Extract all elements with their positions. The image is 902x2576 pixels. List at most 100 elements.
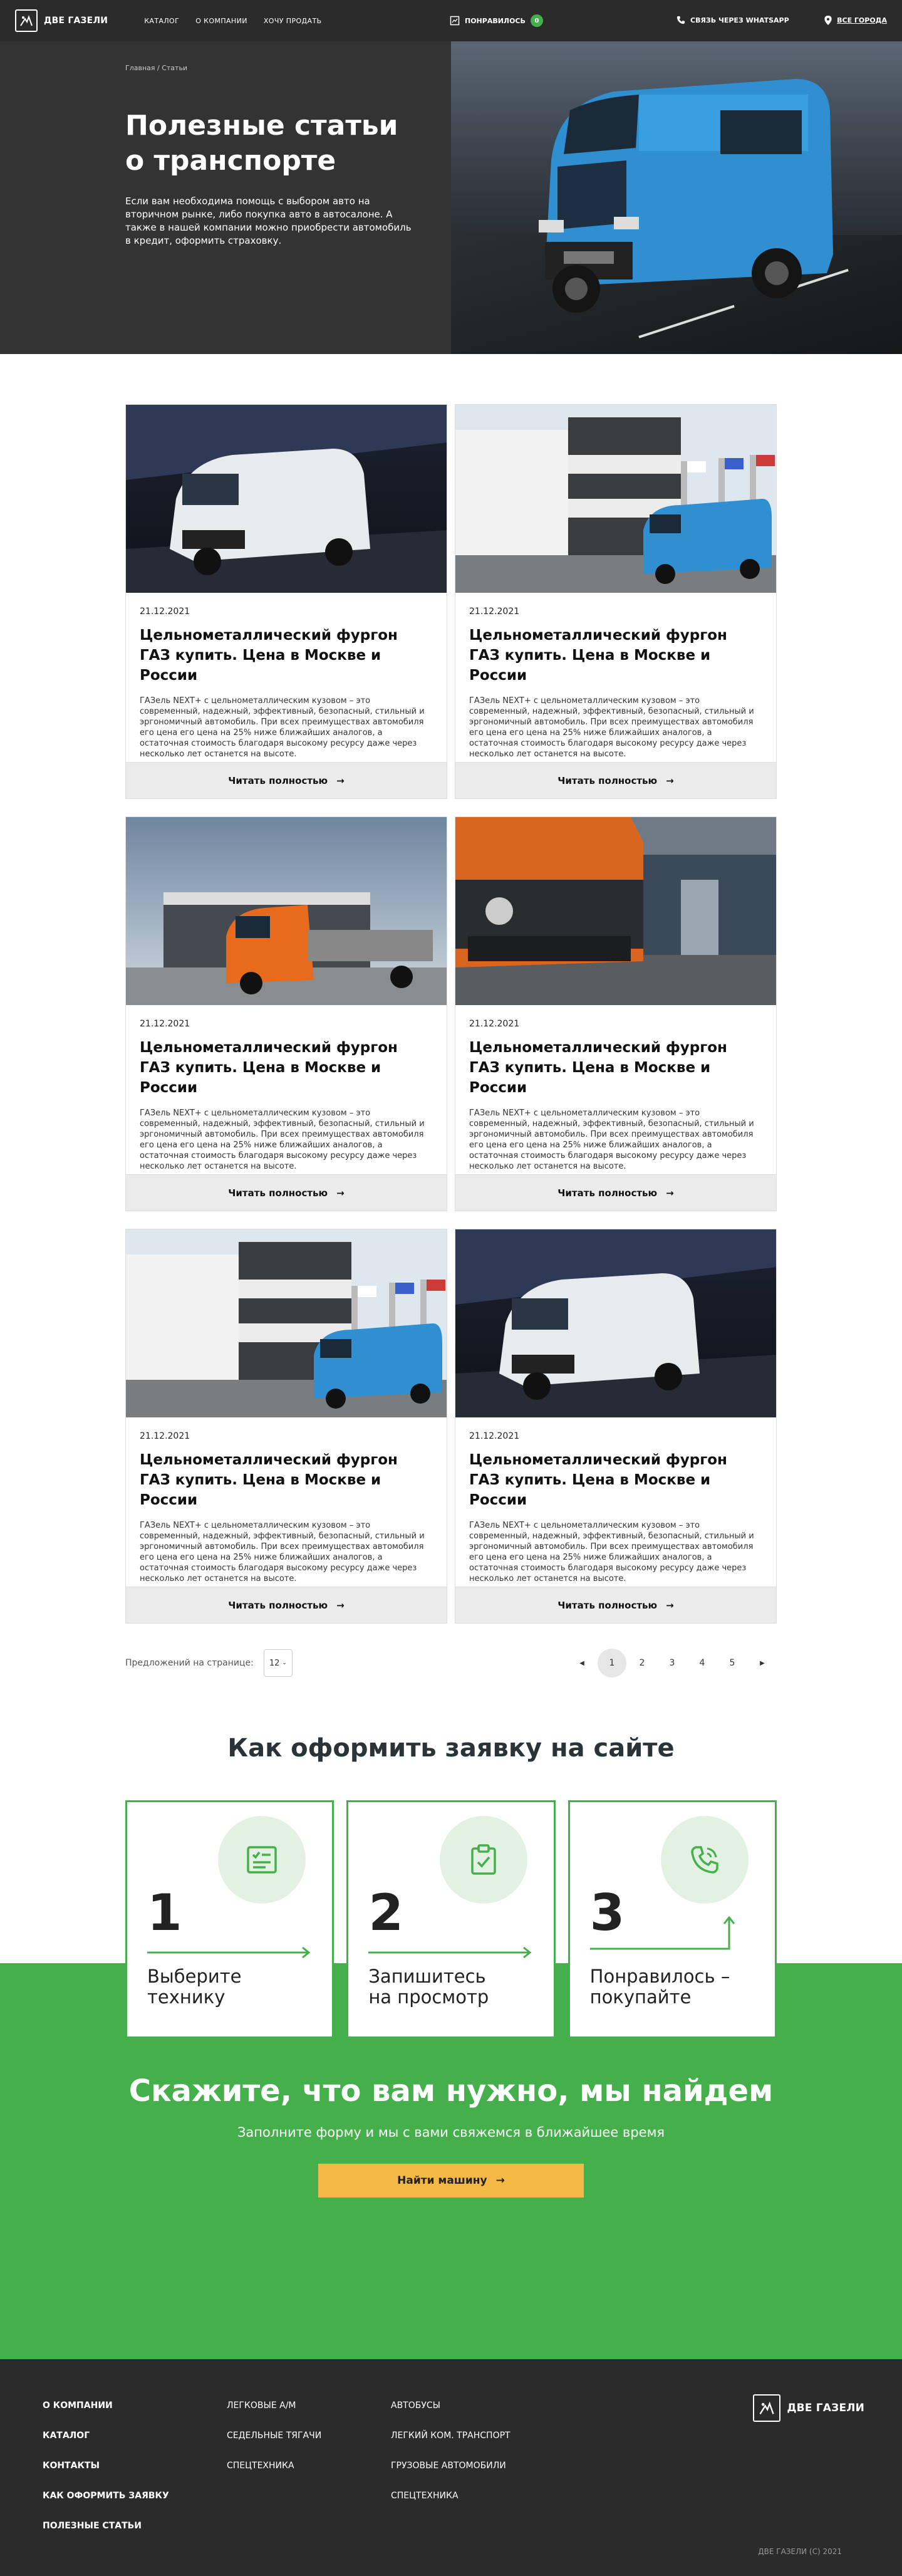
nav-about[interactable]: О КОМПАНИИ xyxy=(195,17,247,25)
article-image[interactable] xyxy=(126,405,447,593)
page-link[interactable]: 2 xyxy=(628,1649,656,1677)
read-more-button[interactable]: Читать полностью → xyxy=(126,1587,447,1623)
article-image[interactable] xyxy=(455,1229,776,1417)
arrow-right-icon: → xyxy=(495,2174,505,2187)
blue-van-building-image xyxy=(126,1229,447,1417)
article-date: 21.12.2021 xyxy=(469,607,520,617)
footer-link[interactable]: ГРУЗОВЫЕ АВТОМОБИЛИ xyxy=(391,2461,511,2471)
page-links: ◀ 1 2 3 4 5 ▶ xyxy=(568,1649,777,1677)
article-title[interactable]: Цельнометаллический фургон ГАЗ купить. Ц… xyxy=(469,625,762,686)
article-image[interactable] xyxy=(455,405,776,593)
article-date: 21.12.2021 xyxy=(140,1431,190,1441)
article-image[interactable] xyxy=(126,817,447,1005)
per-page-select[interactable]: 12 ⌄ xyxy=(263,1649,293,1677)
step-card: 3 Понравилось – покупайте xyxy=(568,1800,777,2038)
article-excerpt: ГАЗель NEXT+ с цельнометаллическим кузов… xyxy=(469,1108,754,1171)
article-excerpt: ГАЗель NEXT+ с цельнометаллическим кузов… xyxy=(140,1108,425,1171)
blue-van-building-image xyxy=(455,405,776,593)
footer-nav-main: О КОМПАНИИ КАТАЛОГ КОНТАКТЫ КАК ОФОРМИТЬ… xyxy=(43,2401,169,2531)
articles-grid: 21.12.2021 Цельнометаллический фургон ГА… xyxy=(125,404,777,1624)
white-van-tunnel-image xyxy=(126,405,447,593)
per-page: Предложений на странице: 12 ⌄ xyxy=(125,1649,293,1677)
logo[interactable]: ДВЕ ГАЗЕЛИ xyxy=(15,9,108,32)
nav-sell[interactable]: ХОЧУ ПРОДАТЬ xyxy=(264,17,322,25)
article-title[interactable]: Цельнометаллический фургон ГАЗ купить. Ц… xyxy=(469,1038,762,1098)
step-label: Понравилось – покупайте xyxy=(589,1966,730,2008)
article-card: 21.12.2021 Цельнометаллический фургон ГА… xyxy=(125,1229,447,1624)
site-header: ДВЕ ГАЗЕЛИ КАТАЛОГ О КОМПАНИИ ХОЧУ ПРОДА… xyxy=(0,0,902,41)
nav-catalog[interactable]: КАТАЛОГ xyxy=(144,17,179,25)
footer-link[interactable]: ЛЕГКИЙ КОМ. ТРАНСПОРТ xyxy=(391,2431,511,2441)
liked-link[interactable]: ПОНРАВИЛОСЬ 0 xyxy=(450,14,543,27)
page-title-line2: о транспорте xyxy=(125,145,336,177)
read-more-button[interactable]: Читать полностью → xyxy=(126,762,447,798)
copyright: ДВЕ ГАЗЕЛИ (С) 2021 xyxy=(758,2547,842,2556)
breadcrumb[interactable]: Главная / Статьи xyxy=(125,64,438,72)
prev-page-icon[interactable]: ◀ xyxy=(568,1649,596,1677)
article-card: 21.12.2021 Цельнометаллический фургон ГА… xyxy=(125,404,447,799)
footer-link[interactable]: КОНТАКТЫ xyxy=(43,2461,169,2471)
footer-link[interactable]: ПОЛЕЗНЫЕ СТАТЬИ xyxy=(43,2521,169,2531)
footer-link[interactable]: СПЕЦТЕХНИКА xyxy=(227,2461,321,2471)
page-link[interactable]: 4 xyxy=(688,1649,717,1677)
next-page-icon[interactable]: ▶ xyxy=(748,1649,777,1677)
page-link[interactable]: 1 xyxy=(598,1649,626,1677)
article-excerpt: ГАЗель NEXT+ с цельнометаллическим кузов… xyxy=(469,1521,754,1583)
steps-list: 1 Выберите технику 2 Запишитесь на просмот… xyxy=(125,1800,777,2038)
cta-title: Скажите, что вам нужно, мы найдем xyxy=(128,2073,774,2109)
article-image[interactable] xyxy=(455,817,776,1005)
article-title[interactable]: Цельнометаллический фургон ГАЗ купить. Ц… xyxy=(469,1450,762,1510)
read-more-button[interactable]: Читать полностью → xyxy=(455,1587,776,1623)
footer-logo[interactable]: ДВЕ ГАЗЕЛИ xyxy=(753,2394,864,2422)
how-to-order-section: Как оформить заявку на сайте 1 Выберите т… xyxy=(0,1733,902,2359)
whatsapp-link[interactable]: СВЯЗЬ ЧЕРЕЗ WHATSAPP xyxy=(676,16,789,24)
whatsapp-label: СВЯЗЬ ЧЕРЕЗ WHATSAPP xyxy=(690,16,789,24)
footer-link[interactable]: О КОМПАНИИ xyxy=(43,2401,169,2411)
main-nav: КАТАЛОГ О КОМПАНИИ ХОЧУ ПРОДАТЬ xyxy=(144,17,321,25)
find-car-label: Найти машину xyxy=(397,2174,487,2187)
step-number: 2 xyxy=(368,1884,403,1942)
arrow-up-right-icon xyxy=(589,1916,735,1950)
read-more-button[interactable]: Читать полностью → xyxy=(126,1174,447,1211)
article-title[interactable]: Цельнометаллический фургон ГАЗ купить. Ц… xyxy=(140,1450,433,1510)
step-icon-circle xyxy=(439,1816,527,1904)
article-card: 21.12.2021 Цельнометаллический фургон ГА… xyxy=(455,1229,777,1624)
article-excerpt: ГАЗель NEXT+ с цельнометаллическим кузов… xyxy=(140,696,425,759)
footer-link[interactable]: СЕДЕЛЬНЫЕ ТЯГАЧИ xyxy=(227,2431,321,2441)
read-more-label: Читать полностью xyxy=(228,1187,328,1199)
read-more-button[interactable]: Читать полностью → xyxy=(455,762,776,798)
logo-icon xyxy=(15,9,38,32)
step-card: 1 Выберите технику xyxy=(125,1800,334,2038)
page-link[interactable]: 3 xyxy=(658,1649,687,1677)
footer-link[interactable]: СПЕЦТЕХНИКА xyxy=(391,2491,511,2501)
step-number: 1 xyxy=(147,1884,182,1942)
read-more-label: Читать полностью xyxy=(228,774,328,786)
article-image[interactable] xyxy=(126,1229,447,1417)
article-title[interactable]: Цельнометаллический фургон ГАЗ купить. Ц… xyxy=(140,625,433,686)
article-title[interactable]: Цельнометаллический фургон ГАЗ купить. Ц… xyxy=(140,1038,433,1098)
cta-subtitle: Заполните форму и мы с вами свяжемся в б… xyxy=(237,2125,665,2140)
city-selector[interactable]: ВСЕ ГОРОДА xyxy=(824,16,887,25)
arrow-right-icon: → xyxy=(666,774,674,786)
white-van-tunnel-image xyxy=(455,1229,776,1417)
page-link[interactable]: 5 xyxy=(718,1649,747,1677)
article-date: 21.12.2021 xyxy=(140,1019,190,1029)
article-excerpt: ГАЗель NEXT+ с цельнометаллическим кузов… xyxy=(469,696,754,759)
footer-link[interactable]: ЛЕГКОВЫЕ А/М xyxy=(227,2401,321,2411)
footer-link[interactable]: КАТАЛОГ xyxy=(43,2431,169,2441)
logo-text: ДВЕ ГАЗЕЛИ xyxy=(44,16,108,26)
article-date: 21.12.2021 xyxy=(140,607,190,617)
orange-van-closeup-image xyxy=(455,817,776,1005)
article-card: 21.12.2021 Цельнометаллический фургон ГА… xyxy=(455,404,777,799)
clipboard-check-icon xyxy=(470,1844,496,1875)
find-car-button[interactable]: Найти машину → xyxy=(318,2164,584,2198)
article-date: 21.12.2021 xyxy=(469,1019,520,1029)
footer-logo-text: ДВЕ ГАЗЕЛИ xyxy=(787,2402,864,2414)
footer-link[interactable]: АВТОБУСЫ xyxy=(391,2401,511,2411)
arrow-right-icon: → xyxy=(336,1187,345,1199)
heart-image-icon xyxy=(450,16,460,26)
location-pin-icon xyxy=(824,16,832,25)
step-label: Запишитесь на просмотр xyxy=(368,1966,489,2008)
read-more-button[interactable]: Читать полностью → xyxy=(455,1174,776,1211)
footer-link[interactable]: КАК ОФОРМИТЬ ЗАЯВКУ xyxy=(43,2491,169,2501)
